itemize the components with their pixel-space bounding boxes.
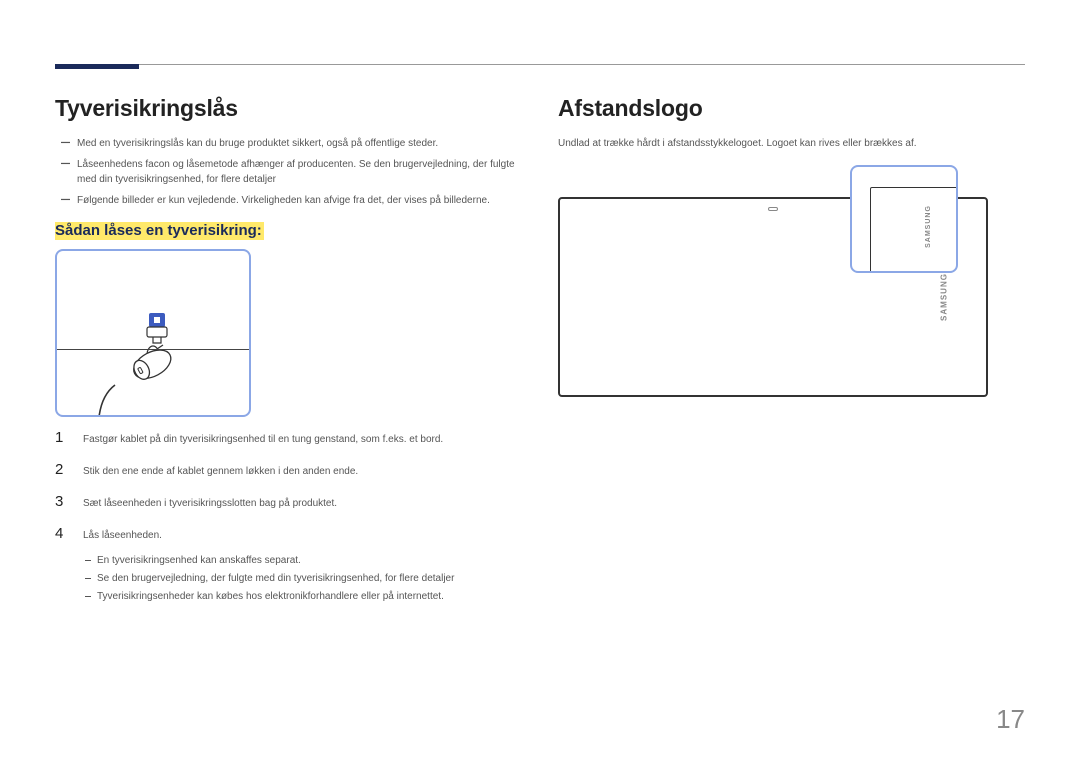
page-number: 17 bbox=[996, 704, 1025, 735]
step-item: 4 Lås låseenheden. bbox=[55, 525, 522, 543]
step-number: 3 bbox=[55, 493, 69, 510]
note-item: Låseenhedens facon og låsemetode afhænge… bbox=[55, 157, 522, 187]
zoom-callout: SAMSUNG bbox=[850, 165, 958, 273]
post-note-item: Se den brugervejledning, der fulgte med … bbox=[83, 571, 522, 587]
lock-subheading: Sådan låses en tyverisikring: bbox=[55, 222, 522, 239]
steps-list: 1 Fastgør kablet på din tyverisikringsen… bbox=[55, 429, 522, 543]
step-text: Fastgør kablet på din tyverisikringsenhe… bbox=[83, 433, 443, 447]
step-text: Lås låseenheden. bbox=[83, 529, 162, 543]
post-notes: En tyverisikringsenhed kan anskaffes sep… bbox=[83, 553, 522, 605]
lock-illustration bbox=[55, 249, 251, 417]
brand-label: SAMSUNG bbox=[940, 273, 949, 321]
step-text: Stik den ene ende af kablet gennem løkke… bbox=[83, 465, 358, 479]
step-number: 1 bbox=[55, 429, 69, 446]
left-column: Tyverisikringslås Med en tyverisikringsl… bbox=[55, 95, 522, 607]
step-item: 3 Sæt låseenheden i tyverisikringsslotte… bbox=[55, 493, 522, 511]
spacer-logo-illustration: SAMSUNG SAMSUNG bbox=[558, 165, 988, 400]
step-number: 4 bbox=[55, 525, 69, 542]
step-item: 1 Fastgør kablet på din tyverisikringsen… bbox=[55, 429, 522, 447]
brand-label-zoom: SAMSUNG bbox=[925, 205, 932, 248]
spacer-logo-heading: Afstandslogo bbox=[558, 95, 1025, 122]
step-item: 2 Stik den ene ende af kablet gennem løk… bbox=[55, 461, 522, 479]
note-item: Følgende billeder er kun vejledende. Vir… bbox=[55, 193, 522, 208]
note-item: Med en tyverisikringslås kan du bruge pr… bbox=[55, 136, 522, 151]
step-text: Sæt låseenheden i tyverisikringsslotten … bbox=[83, 497, 337, 511]
step-number: 2 bbox=[55, 461, 69, 478]
header-rule bbox=[55, 64, 1025, 65]
manual-page: Tyverisikringslås Med en tyverisikringsl… bbox=[0, 0, 1080, 763]
spacer-logo-body: Undlad at trække hårdt i afstandsstykkel… bbox=[558, 136, 1025, 151]
post-note-item: Tyverisikringsenheder kan købes hos elek… bbox=[83, 589, 522, 605]
camera-icon bbox=[768, 207, 778, 211]
content-columns: Tyverisikringslås Med en tyverisikringsl… bbox=[55, 95, 1025, 607]
lock-svg bbox=[57, 251, 251, 417]
right-column: Afstandslogo Undlad at trække hårdt i af… bbox=[558, 95, 1025, 607]
chapter-marker bbox=[55, 64, 139, 69]
post-note-item: En tyverisikringsenhed kan anskaffes sep… bbox=[83, 553, 522, 569]
anti-theft-heading: Tyverisikringslås bbox=[55, 95, 522, 122]
